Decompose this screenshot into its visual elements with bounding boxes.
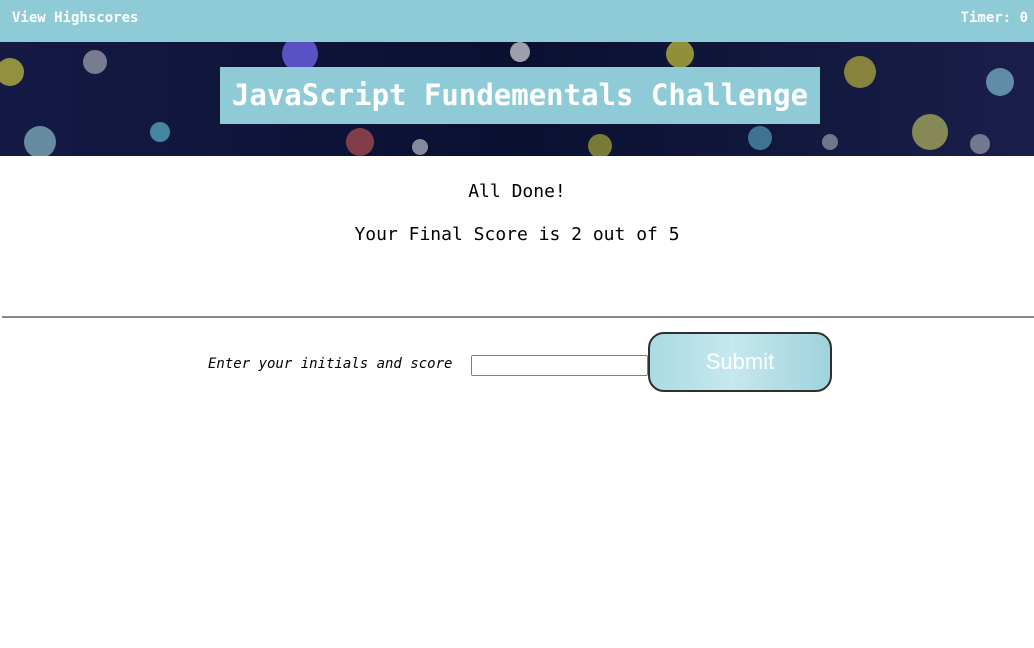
initials-label: Enter your initials and score — [208, 356, 453, 372]
timer-label: Timer: — [960, 10, 1012, 26]
final-score-text: Your Final Score is 2 out of 5 — [354, 224, 680, 245]
page-title: JavaScript Fundementals Challenge — [220, 67, 820, 124]
initials-input[interactable] — [471, 355, 648, 376]
top-bar: View Highscores Timer: 0 — [0, 0, 1034, 42]
view-highscores-link[interactable]: View Highscores — [12, 10, 138, 26]
submit-button[interactable]: Submit — [648, 332, 832, 392]
timer: Timer: 0 — [961, 10, 1028, 26]
all-done-heading: All Done! — [468, 181, 566, 202]
divider — [2, 316, 1034, 318]
timer-value: 0 — [1019, 10, 1028, 26]
